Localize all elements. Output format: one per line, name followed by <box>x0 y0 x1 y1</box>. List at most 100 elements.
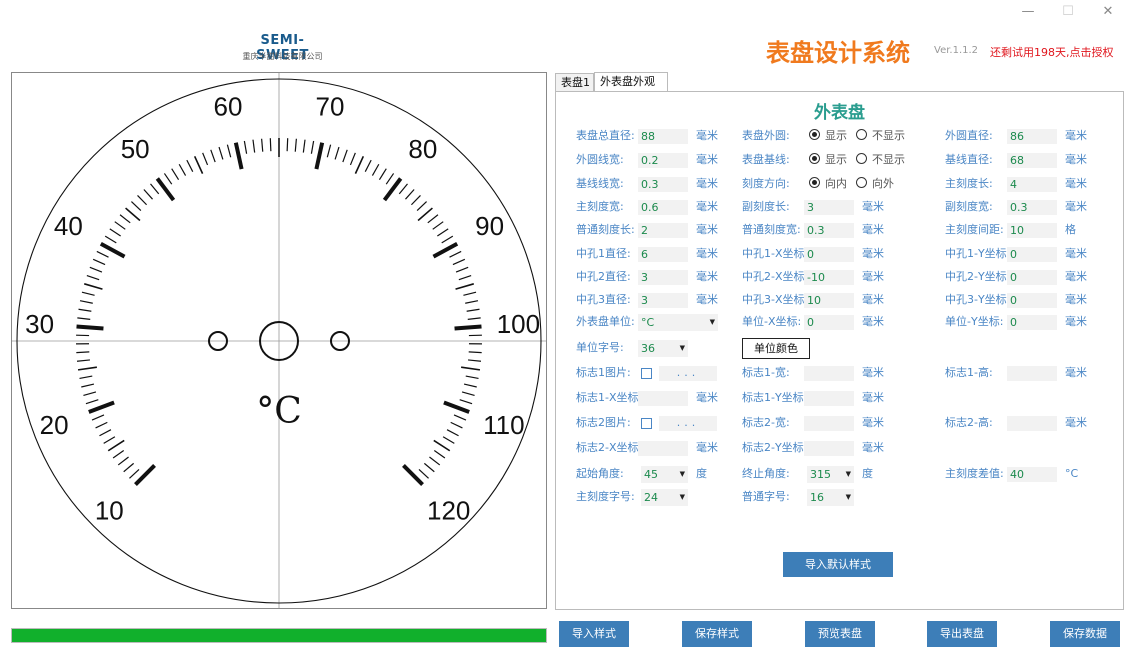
logo2-x-input[interactable] <box>638 441 688 456</box>
minor-tick <box>114 221 126 230</box>
minor-tick <box>99 429 112 437</box>
hole2-diameter-input[interactable]: 3 <box>638 270 688 285</box>
start-angle-select[interactable]: 45 ▼ <box>641 466 688 483</box>
minimize-button[interactable]: — <box>1018 4 1038 19</box>
unit-font-size-select[interactable]: 36 ▼ <box>638 340 688 357</box>
panel-title: 外表盘 <box>814 103 865 123</box>
outer-line-width-input[interactable]: 0.2 <box>638 153 688 168</box>
baseline-diameter-input[interactable]: 68 <box>1007 153 1057 168</box>
logo2-y-input[interactable] <box>804 441 854 456</box>
logo2-checkbox[interactable] <box>641 418 652 429</box>
minor-tick <box>334 146 340 160</box>
logo1-image-label: 标志1图片: <box>576 366 631 379</box>
minor-tick <box>432 221 444 230</box>
normal-tick-length-input[interactable]: 2 <box>638 223 688 238</box>
logo1-height-input[interactable] <box>1007 366 1057 381</box>
minor-tick <box>465 375 479 380</box>
hole1-x-input[interactable]: 0 <box>804 247 854 262</box>
hole1-diameter-input[interactable]: 6 <box>638 247 688 262</box>
total-diameter-unit: 毫米 <box>696 129 718 142</box>
logo2-width-input[interactable] <box>804 416 854 431</box>
minor-tick <box>129 469 140 479</box>
hole2-diameter-label: 中孔2直径: <box>576 270 631 283</box>
hole3-diameter-input[interactable]: 3 <box>638 293 688 308</box>
logo1-browse-button[interactable]: ... <box>659 366 717 381</box>
minor-tick <box>385 173 395 185</box>
logo1-checkbox[interactable] <box>641 368 652 379</box>
major-tick-width-input[interactable]: 0.6 <box>638 200 688 215</box>
outer-circle-show-radio[interactable]: 显示 <box>809 128 847 144</box>
hole3-y-input[interactable]: 0 <box>1007 293 1057 308</box>
save-data-button[interactable]: 保存数据 <box>1050 621 1120 647</box>
maximize-button[interactable]: ☐ <box>1058 4 1078 19</box>
major-diff-input[interactable]: 40 <box>1007 467 1057 482</box>
minor-tick <box>463 383 477 388</box>
minor-tick <box>83 283 103 290</box>
tick-direction-outward-radio[interactable]: 向外 <box>856 176 894 192</box>
outer-circle-diameter-input[interactable]: 86 <box>1007 129 1057 144</box>
minor-tick <box>77 366 97 371</box>
baseline-width-input[interactable]: 0.3 <box>638 177 688 192</box>
import-style-button[interactable]: 导入样式 <box>559 621 629 647</box>
minor-tick <box>302 139 306 153</box>
license-link[interactable]: 还剩试用198天,点击授权 <box>990 44 1114 60</box>
logo2-height-input[interactable] <box>1007 416 1057 431</box>
hole1-y-unit: 毫米 <box>1065 247 1087 260</box>
brand-company: 重庆半甜科技有限公司 <box>242 52 323 61</box>
import-default-style-button[interactable]: 导入默认样式 <box>783 552 893 577</box>
hole3-x-input[interactable]: 10 <box>804 293 854 308</box>
normal-tick-width-input[interactable]: 0.3 <box>804 223 854 238</box>
outer-unit-select[interactable]: °C ▼ <box>638 314 718 331</box>
tab-outer-appearance[interactable]: 外表盘外观 <box>594 72 668 92</box>
minor-tick <box>261 138 264 152</box>
tab-dial1[interactable]: 表盘1 <box>555 73 594 91</box>
logo2-x-unit: 毫米 <box>696 441 718 454</box>
minor-tick <box>109 228 121 237</box>
major-font-size-select[interactable]: 24 ▼ <box>641 489 688 506</box>
minor-tick <box>461 391 475 396</box>
export-dial-button[interactable]: 导出表盘 <box>927 621 997 647</box>
save-style-button[interactable]: 保存样式 <box>682 621 752 647</box>
unit-y-input[interactable]: 0 <box>1007 315 1057 330</box>
minor-tick <box>467 359 482 362</box>
start-angle-unit: 度 <box>696 467 707 480</box>
chevron-down-icon: ▼ <box>845 493 851 501</box>
logo2-browse-button[interactable]: ... <box>659 416 717 431</box>
minor-tick <box>104 235 117 244</box>
minor-tick <box>371 163 380 176</box>
minor-tick <box>202 152 209 166</box>
normal-font-size-select[interactable]: 16 ▼ <box>807 489 854 506</box>
logo1-width-input[interactable] <box>804 366 854 381</box>
hole2-x-input[interactable]: -10 <box>804 270 854 285</box>
baseline-show-radio[interactable]: 显示 <box>809 152 847 168</box>
unit-color-button[interactable]: 单位颜色 <box>742 338 810 359</box>
logo1-x-input[interactable] <box>638 391 688 406</box>
major-tick-length-label: 主刻度长: <box>945 177 993 190</box>
minor-tick-width-input[interactable]: 0.3 <box>1007 200 1057 215</box>
logo1-y-input[interactable] <box>804 391 854 406</box>
minor-tick <box>243 140 248 154</box>
hole2-y-input[interactable]: 0 <box>1007 270 1057 285</box>
total-diameter-input[interactable]: 88 <box>638 129 688 144</box>
minor-tick-length-input[interactable]: 3 <box>804 200 854 215</box>
major-tick-spacing-input[interactable]: 10 <box>1007 223 1057 238</box>
minor-tick <box>125 207 141 222</box>
close-button[interactable]: ✕ <box>1098 4 1118 19</box>
minor-tick-width-unit: 毫米 <box>1065 200 1087 213</box>
outer-circle-hide-radio[interactable]: 不显示 <box>856 128 905 144</box>
minor-tick <box>81 383 95 388</box>
minor-tick <box>294 138 297 152</box>
minor-tick <box>252 139 256 153</box>
hole1-y-input[interactable]: 0 <box>1007 247 1057 262</box>
end-angle-select[interactable]: 315 ▼ <box>807 466 854 483</box>
major-tick-length-input[interactable]: 4 <box>1007 177 1057 192</box>
minor-tick <box>423 462 435 473</box>
tick-direction-inward-radio[interactable]: 向内 <box>809 176 847 192</box>
logo1-width-label: 标志1-宽: <box>742 366 790 379</box>
preview-dial-button[interactable]: 预览表盘 <box>805 621 875 647</box>
minor-tick <box>218 146 224 160</box>
minor-tick <box>103 436 116 444</box>
unit-x-input[interactable]: 0 <box>804 315 854 330</box>
minor-tick <box>310 140 315 154</box>
baseline-hide-radio[interactable]: 不显示 <box>856 152 905 168</box>
